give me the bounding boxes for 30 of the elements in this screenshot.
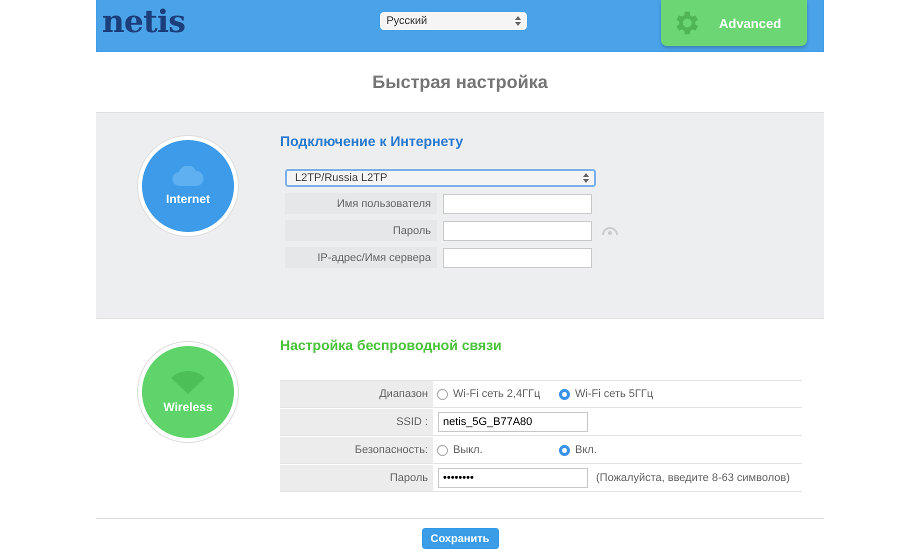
input-field[interactable]: netis_5G_B77A80 <box>438 412 588 432</box>
field-label: Пароль <box>280 465 433 491</box>
connection-type-select[interactable]: L2TP/Russia L2TP <box>285 169 596 187</box>
save-button[interactable]: Сохранить <box>422 528 498 549</box>
input-field[interactable] <box>443 220 592 240</box>
cloud-icon <box>172 166 204 186</box>
select-arrows-icon <box>583 173 589 183</box>
wireless-badge: Wireless <box>142 346 234 438</box>
password-field[interactable]: •••••••• <box>438 468 588 488</box>
radio-option[interactable]: Вкл. <box>559 444 597 456</box>
field-label: Диапазон <box>280 381 433 407</box>
logo: netis <box>102 4 186 40</box>
select-arrows-icon <box>515 16 522 26</box>
input-field[interactable] <box>443 194 592 214</box>
field-label: IP-адрес/Имя сервера <box>285 247 437 268</box>
field-label: SSID : <box>280 409 433 435</box>
language-select[interactable]: Русский <box>380 12 528 30</box>
page-title: Быстрая настройка <box>372 72 548 92</box>
field-label: Пароль <box>285 220 437 241</box>
input-field[interactable] <box>443 248 592 268</box>
section-heading: Подключение к Интернету <box>280 133 464 149</box>
eye-icon[interactable] <box>602 226 618 235</box>
radio-option[interactable]: Выкл. <box>437 444 555 456</box>
radio-option[interactable]: Wi-Fi сеть 5ГГц <box>559 388 654 400</box>
hint-text: (Пожалуйста, введите 8-63 символов) <box>596 472 790 484</box>
radio-option[interactable]: Wi-Fi сеть 2,4ГГц <box>437 388 555 400</box>
section-heading: Настройка беспроводной связи <box>280 337 503 353</box>
field-label: Имя пользователя <box>285 193 437 214</box>
internet-badge: Internet <box>142 140 234 232</box>
field-label: Безопасность: <box>280 437 433 463</box>
